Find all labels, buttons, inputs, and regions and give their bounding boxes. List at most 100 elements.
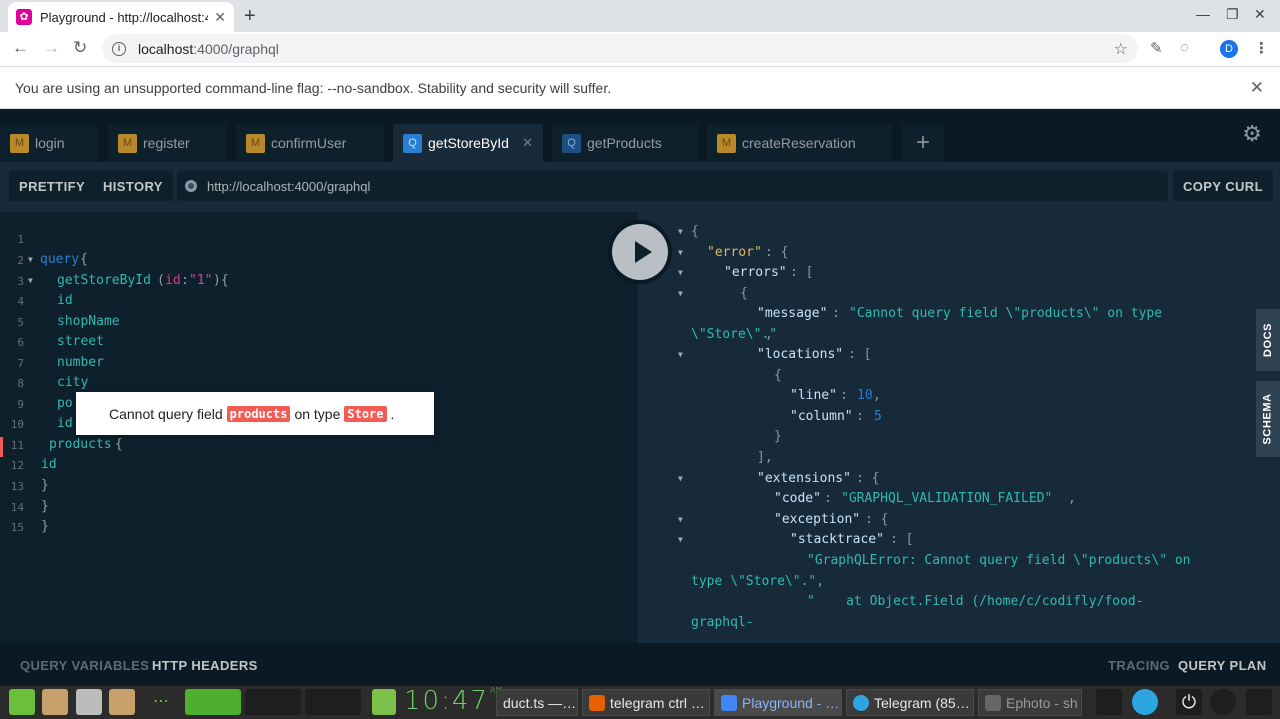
json-string: type \"Store\".", (691, 574, 825, 589)
reload-icon[interactable]: ↻ (73, 38, 87, 58)
fold-arrow-icon[interactable]: ▼ (28, 255, 33, 264)
extension-circle-icon[interactable]: ◌ (1180, 39, 1189, 56)
docs-side-tab[interactable]: DOCS (1256, 309, 1280, 371)
response-pane[interactable]: ▼{ ▼ "error": { ▼ "errors": [ ▼{ "message"… (638, 212, 1280, 643)
prettify-button[interactable]: PRETTIFY (9, 171, 96, 201)
power-icon[interactable]: ⏻ (1176, 689, 1202, 715)
query-plan-tab[interactable]: QUERY PLAN (1178, 658, 1267, 673)
add-tab-button[interactable]: + (902, 124, 944, 162)
files-icon[interactable] (76, 689, 102, 715)
forward-arrow-icon[interactable]: → (43, 38, 60, 58)
taskbar-window[interactable]: Playground - … (714, 689, 842, 716)
operation-field: getStoreById (57, 273, 151, 288)
taskbar-window[interactable]: Ephoto - sh (978, 689, 1082, 716)
close-tab-icon[interactable]: ✕ (522, 135, 533, 151)
json-number: 10 (857, 388, 873, 403)
history-button[interactable]: HISTORY (93, 171, 173, 201)
play-icon (635, 241, 652, 263)
query-badge: Q (562, 133, 581, 153)
info-icon[interactable]: i (112, 41, 126, 56)
window-label: Ephoto - sh (1006, 694, 1078, 711)
infobar-message: You are using an unsupported command-lin… (15, 80, 612, 96)
workspace-2[interactable] (245, 689, 301, 715)
json-key: "column" (790, 409, 853, 424)
mutation-badge: M (10, 133, 29, 153)
more-apps-icon[interactable]: ⋯ (148, 689, 174, 715)
playground-tab-bar: M login M register M confirmUser Q getSt… (0, 109, 1280, 162)
new-tab-button[interactable]: + (244, 5, 256, 28)
tab-get-store-by-id[interactable]: Q getStoreById ✕ (393, 124, 543, 162)
telegram-tray-icon[interactable] (1132, 689, 1158, 715)
tab-create-reservation[interactable]: M createReservation (707, 124, 892, 162)
app-menu-icon[interactable] (9, 689, 35, 715)
signal-icon[interactable] (1096, 689, 1122, 715)
browser-tab-playground[interactable]: ✿ Playground - http://localhost:4000/gra… (8, 2, 234, 32)
tab-get-products[interactable]: Q getProducts (552, 124, 698, 162)
tab-login[interactable]: M login (0, 124, 97, 162)
minimize-icon[interactable]: — (1196, 6, 1210, 22)
notes-icon[interactable] (1246, 689, 1272, 715)
taskbar-window[interactable]: telegram ctrl … (582, 689, 710, 716)
workspace-1[interactable] (185, 689, 241, 715)
tooltip-text: . (390, 405, 395, 422)
workspace-3[interactable] (305, 689, 361, 715)
endpoint-url-input[interactable]: http://localhost:4000/graphql (177, 171, 1168, 201)
back-arrow-icon[interactable]: ← (12, 38, 29, 58)
file-manager-icon[interactable] (42, 689, 68, 715)
execute-query-button[interactable] (608, 220, 672, 284)
query-field: shopName (57, 314, 120, 329)
battery-icon (372, 689, 396, 715)
fold-arrow-icon[interactable]: ▼ (28, 276, 33, 285)
fold-arrow-icon[interactable]: ▼ (678, 248, 683, 257)
bookmark-star-icon[interactable]: ☆ (1114, 39, 1128, 59)
schema-side-tab[interactable]: SCHEMA (1256, 381, 1280, 457)
query-variables-tab[interactable]: QUERY VARIABLES (20, 658, 149, 673)
tooltip-type-tag: Store (344, 405, 387, 422)
plus-icon: + (915, 129, 930, 156)
editor-line: 1 (0, 231, 638, 251)
fold-arrow-icon[interactable]: ▼ (678, 268, 683, 277)
http-headers-tab[interactable]: HTTP HEADERS (152, 658, 258, 673)
close-window-icon[interactable]: ✕ (1254, 6, 1266, 23)
json-key: "code" (774, 491, 821, 506)
brace: { (691, 224, 699, 239)
address-bar[interactable]: i localhost:4000/graphql ☆ (102, 34, 1138, 63)
query-field: number (57, 355, 104, 370)
docs-label: DOCS (1262, 322, 1274, 358)
close-icon[interactable]: ✕ (1250, 78, 1264, 98)
brace: } (774, 429, 782, 444)
copy-curl-button[interactable]: COPY CURL (1173, 171, 1273, 201)
os-taskbar: ⋯ 10:47AM duct.ts —… telegram ctrl … Pla… (0, 686, 1280, 719)
line-number: 9 (17, 398, 24, 411)
json-string: "GraphQLError: Cannot query field \"prod… (807, 553, 1191, 568)
restore-icon[interactable]: ❐ (1226, 6, 1239, 23)
telegram-icon (853, 694, 869, 711)
menu-kebab-icon[interactable]: ⋮ (1254, 39, 1269, 57)
fold-arrow-icon[interactable]: ▼ (678, 350, 683, 359)
colon-bracket: : [ (790, 265, 814, 280)
taskbar-window[interactable]: duct.ts —… (496, 689, 578, 716)
taskbar-window[interactable]: Telegram (85… (846, 689, 974, 716)
argument-value: "1" (189, 273, 213, 288)
address-path: :4000/graphql (193, 40, 279, 57)
window-label: Telegram (85… (874, 694, 970, 711)
fold-arrow-icon[interactable]: ▼ (678, 289, 683, 298)
line-number: 14 (10, 501, 24, 514)
fold-arrow-icon[interactable]: ▼ (678, 535, 683, 544)
fold-arrow-icon[interactable]: ▼ (678, 515, 683, 524)
sandbox-infobar: You are using an unsupported command-lin… (0, 66, 1280, 109)
tab-register[interactable]: M register (108, 124, 226, 162)
line-number: 2 (17, 254, 24, 267)
paren-brace: ){ (213, 273, 229, 288)
query-field: city (57, 375, 89, 390)
fold-arrow-icon[interactable]: ▼ (678, 474, 683, 483)
tab-confirm-user[interactable]: M confirmUser (236, 124, 384, 162)
settings-gear-icon[interactable]: ⚙ (1242, 121, 1262, 147)
archive-icon[interactable] (109, 689, 135, 715)
fold-arrow-icon[interactable]: ▼ (678, 227, 683, 236)
extension-icon[interactable]: ✎ (1150, 39, 1163, 57)
close-icon[interactable]: ✕ (214, 9, 226, 26)
profile-avatar[interactable]: D (1220, 40, 1238, 58)
sound-icon[interactable] (1210, 689, 1236, 715)
tracing-tab[interactable]: TRACING (1108, 658, 1170, 673)
